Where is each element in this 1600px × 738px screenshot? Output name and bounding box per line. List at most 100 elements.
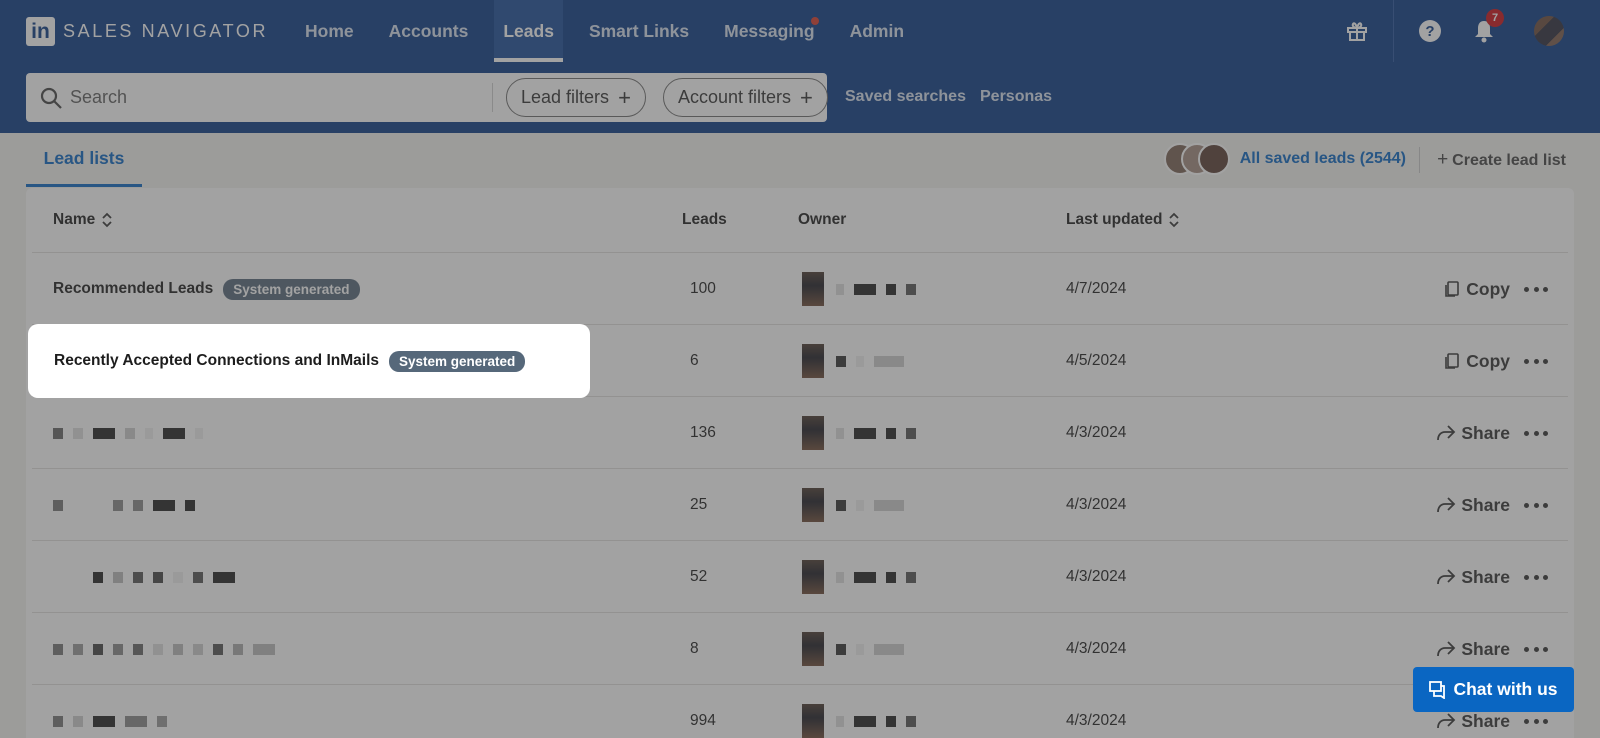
nav-item-messaging-label: Messaging	[724, 20, 815, 41]
table-row[interactable]: 136 4/3/2024 Share	[32, 397, 1568, 469]
owner-avatar	[802, 560, 824, 594]
share-button[interactable]: Share	[1436, 495, 1510, 516]
copy-label: Copy	[1466, 350, 1510, 371]
sales-navigator-logo[interactable]: in SALES NAVIGATOR	[26, 17, 268, 46]
table-row[interactable]: 8 4/3/2024 Share	[32, 613, 1568, 685]
copy-button[interactable]: Copy	[1443, 279, 1510, 300]
divider	[1419, 147, 1420, 173]
leads-count: 25	[690, 496, 708, 513]
search-input[interactable]	[70, 73, 490, 122]
create-lead-list-button[interactable]: + Create lead list	[1437, 149, 1566, 171]
more-options-icon[interactable]	[1524, 637, 1548, 661]
highlighted-list-name[interactable]: Recently Accepted Connections and InMail…	[28, 324, 590, 398]
more-options-icon[interactable]	[1524, 421, 1548, 445]
column-header-leads: Leads	[682, 211, 727, 228]
row-actions: Copy	[1443, 325, 1548, 397]
more-options-icon[interactable]	[1524, 493, 1548, 517]
nav-item-leads[interactable]: Leads	[494, 0, 563, 62]
sort-icon	[1169, 212, 1180, 228]
share-button[interactable]: Share	[1436, 711, 1510, 732]
owner-avatar	[802, 344, 824, 378]
column-header-name[interactable]: Name	[53, 211, 113, 229]
owner-cell	[802, 397, 926, 469]
column-header-last-updated[interactable]: Last updated	[1066, 211, 1180, 229]
plus-icon: +	[1437, 149, 1449, 170]
bell-icon[interactable]: 7	[1472, 9, 1504, 43]
leads-count: 6	[690, 352, 699, 369]
product-name: SALES NAVIGATOR	[63, 21, 269, 41]
list-name-cell: Recommended Leads System generated	[53, 253, 360, 325]
more-options-icon[interactable]	[1524, 349, 1548, 373]
leads-count: 136	[690, 424, 716, 441]
copy-label: Copy	[1466, 278, 1510, 299]
more-options-icon[interactable]	[1524, 709, 1548, 733]
table-row[interactable]: Recommended Leads System generated 100 4…	[32, 253, 1568, 325]
chat-icon	[1429, 680, 1446, 699]
nav-item-accounts[interactable]: Accounts	[380, 0, 478, 62]
saved-searches-link[interactable]: Saved searches	[845, 88, 966, 106]
row-actions: Copy	[1443, 253, 1548, 325]
more-options-icon[interactable]	[1524, 277, 1548, 301]
search-separator	[492, 83, 493, 112]
redacted-list-name	[53, 643, 285, 655]
all-saved-leads[interactable]: All saved leads (2544)	[1163, 143, 1406, 175]
list-name-cell[interactable]	[53, 685, 177, 738]
chat-with-us-button[interactable]: Chat with us	[1413, 667, 1574, 712]
all-saved-leads-link: All saved leads (2544)	[1239, 150, 1406, 167]
lead-filters-label: Lead filters	[521, 87, 610, 107]
copy-icon	[1445, 353, 1460, 369]
avatar	[1197, 143, 1230, 175]
help-icon[interactable]: ?	[1418, 19, 1442, 43]
owner-cell	[802, 253, 926, 325]
search-icon	[39, 86, 63, 115]
table-header: Name Leads Owner Last updated	[32, 188, 1568, 253]
share-button[interactable]: Share	[1436, 567, 1510, 588]
nav-item-admin[interactable]: Admin	[841, 0, 913, 62]
nav-item-home[interactable]: Home	[296, 0, 363, 62]
redacted-owner-name	[836, 427, 926, 439]
lead-filters-button[interactable]: Lead filters +	[506, 78, 646, 117]
more-options-icon[interactable]	[1524, 565, 1548, 589]
personas-link[interactable]: Personas	[980, 88, 1052, 106]
svg-text:?: ?	[1425, 23, 1434, 40]
redacted-owner-name	[836, 715, 926, 727]
list-name-cell[interactable]	[53, 397, 213, 469]
system-generated-badge: System generated	[223, 278, 360, 300]
share-label: Share	[1461, 710, 1510, 731]
gift-icon[interactable]	[1345, 19, 1369, 43]
search-bar-region: Lead filters + Account filters + Saved sea…	[0, 62, 1600, 133]
leads-count: 8	[690, 640, 699, 657]
share-label: Share	[1461, 494, 1510, 515]
list-name-cell[interactable]	[53, 541, 245, 613]
last-updated-date: 4/5/2024	[1066, 352, 1127, 369]
nav-item-messaging[interactable]: Messaging	[715, 0, 823, 62]
row-actions: Share	[1436, 469, 1548, 541]
share-button[interactable]: Share	[1436, 423, 1510, 444]
user-avatar[interactable]	[1534, 16, 1564, 46]
nav-item-smart-links[interactable]: Smart Links	[580, 0, 698, 62]
leads-count: 52	[690, 568, 708, 585]
tab-lead-lists[interactable]: Lead lists	[26, 133, 142, 187]
share-label: Share	[1461, 422, 1510, 443]
list-name[interactable]: Recommended Leads	[53, 280, 213, 298]
last-updated-date: 4/3/2024	[1066, 712, 1127, 729]
last-updated-date: 4/7/2024	[1066, 280, 1127, 297]
owner-avatar	[802, 488, 824, 522]
row-actions: Share	[1436, 541, 1548, 613]
copy-button[interactable]: Copy	[1443, 351, 1510, 372]
list-name-cell[interactable]	[53, 613, 285, 685]
redacted-list-name	[53, 499, 205, 511]
table-row[interactable]: 25 4/3/2024 Share	[32, 469, 1568, 541]
redacted-owner-name	[836, 643, 914, 655]
redacted-owner-name	[836, 499, 914, 511]
owner-cell	[802, 541, 926, 613]
account-filters-button[interactable]: Account filters +	[663, 78, 828, 117]
leads-count: 994	[690, 712, 716, 729]
owner-avatar	[802, 632, 824, 666]
table-row[interactable]: 52 4/3/2024 Share	[32, 541, 1568, 613]
share-icon	[1437, 497, 1456, 513]
table-row[interactable]: 994 4/3/2024 Share	[32, 685, 1568, 738]
owner-cell	[802, 469, 914, 541]
list-name-cell[interactable]	[53, 469, 205, 541]
share-button[interactable]: Share	[1436, 639, 1510, 660]
